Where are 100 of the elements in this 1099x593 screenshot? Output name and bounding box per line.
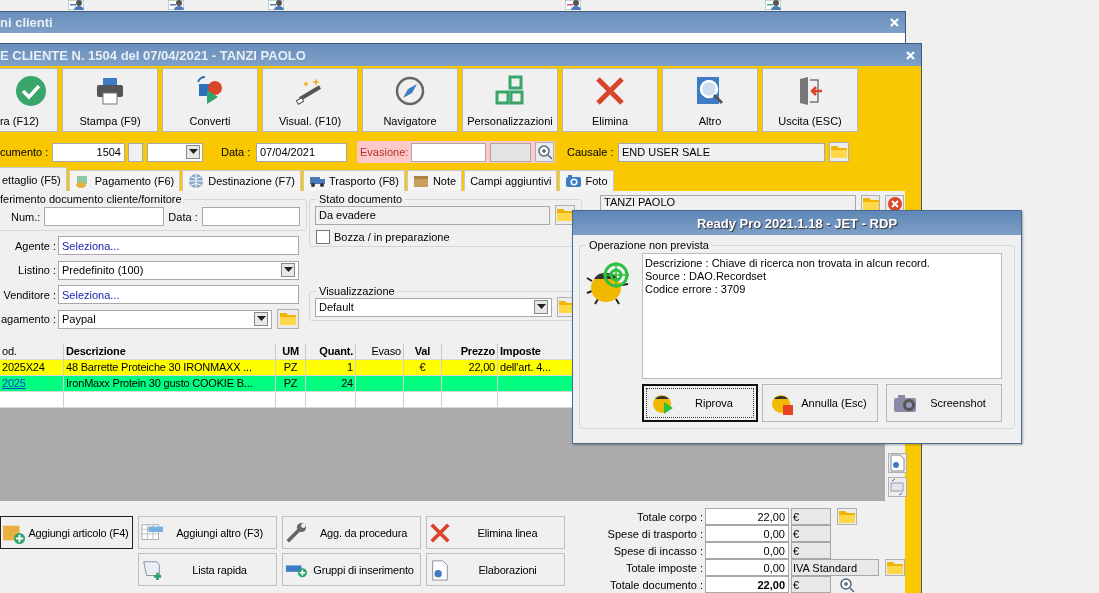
tab[interactable]: Trasporto (F8) — [303, 170, 405, 191]
folder-icon — [887, 561, 903, 574]
checkbox-label: Bozza / in preparazione — [334, 231, 450, 243]
dropdown[interactable]: Predefinito (100) — [58, 260, 299, 280]
dialog-button[interactable]: Riprova — [642, 384, 758, 422]
group-label: ferimento documento cliente/fornitore — [0, 193, 183, 205]
toolbar-button[interactable]: Altro — [662, 68, 758, 132]
camera-icon — [565, 173, 583, 189]
toolbar-button[interactable]: Personalizzazioni — [462, 68, 558, 132]
dropdown-arrow-icon — [256, 316, 266, 322]
tab[interactable]: Destinazione (F7) — [182, 170, 301, 191]
unit-field[interactable]: € — [791, 525, 831, 542]
table-cell: 24 — [306, 376, 356, 392]
item-link[interactable]: 2025 — [0, 376, 64, 392]
unit-field[interactable]: € — [791, 542, 831, 559]
tab[interactable]: ettaglio (F5) — [0, 167, 67, 191]
toolbar-button[interactable]: Stampa (F9) — [62, 68, 158, 132]
field-label: Totale documento : — [609, 578, 704, 591]
dialog-button[interactable]: Screenshot — [886, 384, 1002, 422]
folder-icon — [280, 313, 296, 325]
folder-button[interactable] — [555, 205, 575, 225]
folder-icon — [557, 209, 573, 221]
checkbox[interactable] — [316, 230, 330, 244]
field-label: Totale imposte : — [624, 561, 704, 574]
toolbar-button[interactable]: Uscita (ESC) — [762, 68, 858, 132]
table-cell: PZ — [276, 376, 306, 392]
date-field[interactable]: 07/04/2021 — [256, 142, 347, 162]
field-label: Causale : — [567, 146, 615, 158]
magnifier-icon — [694, 75, 726, 107]
action-button[interactable]: Lista rapida — [138, 553, 277, 586]
check-icon — [15, 75, 47, 107]
tab[interactable]: Campi aggiuntivi — [464, 170, 558, 191]
action-button[interactable]: Aggiungi altro (F3) — [138, 516, 277, 549]
toolbar-button[interactable]: Converti — [162, 68, 258, 132]
message-field[interactable]: Descrizione : Chiave di ricerca non trovata in alcun record. Source : DAO.Recordset Codice errore : 3709 — [642, 253, 1002, 379]
field-label: Spese di trasporto : — [606, 527, 704, 540]
zoom-button[interactable] — [535, 142, 555, 162]
toolbar-button[interactable]: Navigatore — [362, 68, 458, 132]
tab[interactable]: Foto — [559, 170, 614, 191]
wrench-icon — [285, 521, 307, 544]
unit-field[interactable]: IVA Standard — [791, 559, 879, 576]
small-field[interactable] — [128, 142, 143, 162]
amount-field[interactable]: 0,00 — [705, 559, 789, 576]
dialog-title: Ready Pro 2021.1.18 - JET - RDP — [573, 211, 1021, 235]
grid-icon — [494, 75, 526, 107]
field-label: Totale corpo : — [635, 510, 704, 523]
group-label: Visualizzazione — [318, 285, 396, 297]
evasione-date-field[interactable] — [490, 142, 532, 162]
action-button[interactable]: Elaborazioni — [426, 553, 565, 586]
toolbar-button[interactable]: Visual. (F10) — [262, 68, 358, 132]
dropdown[interactable]: Default — [315, 297, 552, 317]
number-field[interactable]: 1504 — [52, 142, 125, 162]
unit-field[interactable]: € — [791, 576, 831, 593]
tab[interactable]: Pagamento (F6) — [68, 170, 181, 191]
amount-field[interactable]: 0,00 — [705, 542, 789, 559]
amount-field[interactable]: 22,00 — [705, 508, 789, 525]
close-button[interactable] — [903, 48, 917, 62]
field-label: Agente : — [14, 239, 57, 252]
action-button[interactable]: Aggiungi articolo (F4) — [0, 516, 133, 549]
toolbar-button[interactable]: ra (F12) — [0, 68, 58, 132]
action-button[interactable]: Elimina linea — [426, 516, 565, 549]
close-icon — [904, 49, 916, 61]
bug-target-icon — [586, 261, 632, 305]
toolbar-button[interactable]: Elimina — [562, 68, 658, 132]
dropdown-arrow-icon — [536, 304, 546, 310]
dropdown[interactable]: Paypal — [58, 309, 272, 329]
folder-icon — [831, 146, 847, 158]
date-field[interactable] — [201, 207, 300, 226]
field-label: Spese di incasso : — [612, 544, 704, 557]
printer-icon — [94, 75, 126, 107]
zoom-button[interactable] — [837, 576, 857, 593]
action-button[interactable]: Gruppi di inserimento — [282, 553, 421, 586]
action-button[interactable]: Agg. da procedura — [282, 516, 421, 549]
series-dropdown[interactable] — [147, 142, 203, 162]
scroll-add-icon — [141, 558, 163, 581]
status-field[interactable]: Da evadere — [315, 205, 550, 225]
globe-icon — [188, 173, 206, 189]
evasione-field[interactable] — [411, 142, 487, 162]
dropdown-arrow-icon — [188, 149, 198, 155]
customer-field[interactable]: TANZI PAOLO — [600, 195, 856, 211]
field-label: agamento : — [0, 313, 57, 325]
close-icon — [888, 17, 900, 28]
remove-icon — [886, 196, 903, 212]
causale-field[interactable]: END USER SALE — [618, 142, 825, 162]
field-label: Num.: — [11, 210, 41, 223]
unit-field[interactable]: € — [791, 508, 831, 525]
amount-field[interactable]: 22,00 — [705, 576, 789, 593]
field-label: Venditore : — [2, 288, 57, 301]
delete-icon — [594, 75, 626, 107]
zoom-icon — [536, 144, 553, 160]
group-label: Stato documento — [318, 193, 404, 205]
picker-field[interactable]: Seleziona... — [58, 236, 299, 255]
table-cell: IronMaxx Protein 30 gusto COOKIE B... — [64, 376, 276, 392]
delete-icon — [429, 521, 451, 544]
amount-field[interactable]: 0,00 — [705, 525, 789, 542]
number-field[interactable] — [44, 207, 165, 226]
picker-field[interactable]: Seleziona... — [58, 285, 299, 304]
dialog-button[interactable]: Annulla (Esc) — [762, 384, 878, 422]
field-label: Data : — [168, 210, 198, 223]
tab[interactable]: Note — [406, 170, 463, 191]
